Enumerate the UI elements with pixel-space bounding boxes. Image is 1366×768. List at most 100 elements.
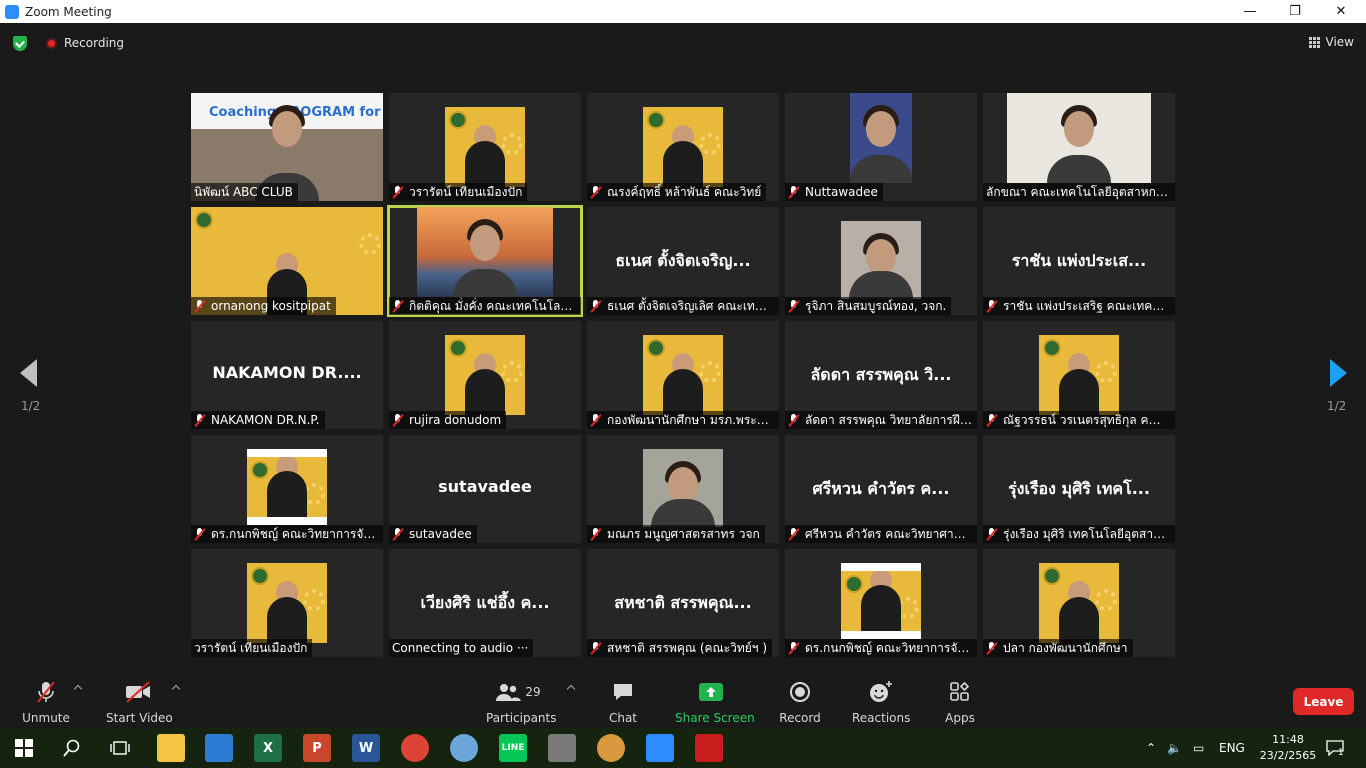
participant-name: rujira donudom xyxy=(409,413,502,427)
participant-tile[interactable]: ราชัน แพ่งประเส... ราชัน แพ่งประเสริฐ คณะ… xyxy=(983,207,1175,315)
participant-tile[interactable]: rujira donudom xyxy=(389,321,581,429)
participant-tile[interactable]: sutavadee sutavadee xyxy=(389,435,581,543)
windows-start-icon[interactable] xyxy=(10,734,38,762)
participant-name-label: มณภร มนูญศาสตรสาทร วจก xyxy=(587,525,765,543)
file-explorer-icon[interactable] xyxy=(157,734,185,762)
participant-tile[interactable]: ornanong kositpipat xyxy=(191,207,383,315)
microphone-muted-icon xyxy=(986,300,998,312)
video-feed xyxy=(1007,93,1151,183)
share-screen-button[interactable]: Share Screen xyxy=(675,680,755,725)
video-feed xyxy=(841,563,921,639)
microphone-muted-icon xyxy=(590,528,602,540)
acrobat-icon[interactable] xyxy=(695,734,723,762)
screen-capture-icon[interactable] xyxy=(548,734,576,762)
participant-tile[interactable]: ศรีหวน คำวัตร ค... ศรีหวน คำวัตร คณะวิทยา… xyxy=(785,435,977,543)
search-icon[interactable] xyxy=(58,734,86,762)
taskbar-clock[interactable]: 11:48 23/2/2565 xyxy=(1258,732,1318,764)
participant-name-label: ดร.กนกพิชญ์ คณะวิทยาการจัด... xyxy=(191,525,383,543)
participant-tile[interactable]: มณภร มนูญศาสตรสาทร วจก xyxy=(587,435,779,543)
reactions-emoji-icon xyxy=(852,680,910,704)
apps-icon xyxy=(942,680,978,704)
microphone-muted-icon xyxy=(788,186,800,198)
participant-name: ดร.กนกพิชญ์ คณะวิทยาการจัด... xyxy=(805,641,972,655)
participant-tile[interactable]: รุ่งเรือง มุศิริ เทคโ... รุ่งเรือง มุศิริ… xyxy=(983,435,1175,543)
maximize-button[interactable]: ❐ xyxy=(1272,0,1318,23)
line-app-icon[interactable]: LINE xyxy=(499,734,527,762)
participant-tile[interactable]: กิตติคุณ มั่งคั่ง คณะเทคโนโลยีอุตสาห... xyxy=(387,205,583,317)
powerpoint-icon[interactable]: P xyxy=(303,734,331,762)
meeting-topbar: Recording View xyxy=(0,23,1366,63)
paint-icon[interactable] xyxy=(597,734,625,762)
network-icon[interactable]: ▭ xyxy=(1193,728,1204,768)
video-options-chevron-icon[interactable] xyxy=(171,684,181,694)
chrome-icon[interactable] xyxy=(401,734,429,762)
participant-tile[interactable]: สหชาติ สรรพคุณ... สหชาติ สรรพคุณ (คณะวิทย… xyxy=(587,549,779,657)
gear-icon xyxy=(699,361,721,383)
participants-label: Participants xyxy=(486,711,557,725)
microphone-muted-icon xyxy=(986,642,998,654)
record-button[interactable]: Record xyxy=(778,680,822,725)
participant-display-name: ลัดดา สรรพคุณ วิ... xyxy=(810,365,952,384)
participant-tile[interactable]: วรารัตน์ เทียนเมืองปัก xyxy=(389,93,581,201)
participant-tile[interactable]: ดร.กนกพิชญ์ คณะวิทยาการจัด... xyxy=(785,549,977,657)
participant-name-label: ลัดดา สรรพคุณ วิทยาลัยการฝึก... xyxy=(785,411,977,429)
security-shield-icon[interactable] xyxy=(13,36,27,51)
participant-tile[interactable]: ดร.กนกพิชญ์ คณะวิทยาการจัด... xyxy=(191,435,383,543)
university-logo-icon xyxy=(251,567,269,585)
participant-tile[interactable]: รุจิภา สินสมบูรณ์ทอง, วจก. xyxy=(785,207,977,315)
participant-name: ธเนศ ตั้งจิตเจริญเลิศ คณะเทคโนโ... xyxy=(607,299,774,313)
participant-tile[interactable]: Nuttawadee xyxy=(785,93,977,201)
participant-count: 29 xyxy=(525,685,541,699)
video-feed xyxy=(445,335,525,415)
participant-tile[interactable]: เวียงศิริ แช่อึ้ง ค... Connecting to audi… xyxy=(389,549,581,657)
apps-button[interactable]: Apps xyxy=(942,680,978,725)
zoom-taskbar-icon[interactable] xyxy=(646,734,674,762)
participant-tile[interactable]: ลักขณา คณะเทคโนโลยีอุตสาหกรรม xyxy=(983,93,1175,201)
speaker-icon[interactable]: 🔈 xyxy=(1167,728,1182,768)
participant-display-name: NAKAMON DR.... xyxy=(212,363,362,382)
participants-chevron-icon[interactable] xyxy=(566,684,576,694)
participant-name: ราชัน แพ่งประเสริฐ คณะเทคโนโล... xyxy=(1003,299,1170,313)
participant-tile[interactable]: ลัดดา สรรพคุณ วิ... ลัดดา สรรพคุณ วิทยาลั… xyxy=(785,321,977,429)
notification-center-icon[interactable]: 1 xyxy=(1326,728,1344,768)
store-icon[interactable] xyxy=(205,734,233,762)
prev-page-icon[interactable] xyxy=(20,359,37,387)
gear-icon xyxy=(699,133,721,155)
gear-icon xyxy=(501,361,523,383)
reactions-button[interactable]: Reactions xyxy=(852,680,910,725)
minimize-button[interactable]: — xyxy=(1227,0,1273,23)
participant-body xyxy=(1059,597,1099,643)
participant-name: รุ่งเรือง มุศิริ เทคโนโลยีอุตสาหกร... xyxy=(1003,527,1170,541)
participant-tile[interactable]: ณัฐวรรธน์ วรเนตรสุทธิกุล คณะ... xyxy=(983,321,1175,429)
tray-chevron-icon[interactable]: ⌃ xyxy=(1146,728,1156,768)
participant-name: ลัดดา สรรพคุณ วิทยาลัยการฝึก... xyxy=(805,413,972,427)
participant-tile[interactable]: ธเนศ ตั้งจิตเจริญ... ธเนศ ตั้งจิตเจริญเลิ… xyxy=(587,207,779,315)
participants-button[interactable]: 29 Participants xyxy=(486,680,557,725)
language-indicator[interactable]: ENG xyxy=(1219,728,1245,768)
participant-tile[interactable]: ปลา กองพัฒนานักศึกษา xyxy=(983,549,1175,657)
participant-tile[interactable]: ณรงค์ฤทธิ์ หล้าพันธ์ คณะวิทย์ xyxy=(587,93,779,201)
participant-tile[interactable]: กองพัฒนานักศึกษา มรภ.พระนคร xyxy=(587,321,779,429)
video-feed xyxy=(841,221,921,299)
unmute-button[interactable]: Unmute xyxy=(20,680,72,725)
microphone-muted-icon xyxy=(590,300,602,312)
app-globe-icon[interactable] xyxy=(450,734,478,762)
chat-button[interactable]: Chat xyxy=(603,680,643,725)
audio-options-chevron-icon[interactable] xyxy=(73,684,83,694)
microphone-muted-icon xyxy=(392,186,404,198)
participant-tile[interactable]: NAKAMON DR.... NAKAMON DR.N.P. xyxy=(191,321,383,429)
start-video-button[interactable]: Start Video xyxy=(106,680,173,725)
participant-display-name: ธเนศ ตั้งจิตเจริญ... xyxy=(615,251,751,270)
participant-tile[interactable]: Coaching PROGRAM for Teacherนิพัฒน์ ABC … xyxy=(191,93,383,201)
close-button[interactable]: ✕ xyxy=(1318,0,1364,23)
participant-tile[interactable]: วรารัตน์ เทียนเมืองปัก xyxy=(191,549,383,657)
leave-button[interactable]: Leave xyxy=(1293,688,1354,715)
participant-name-label: ลักขณา คณะเทคโนโลยีอุตสาหกรรม xyxy=(983,183,1175,201)
excel-icon[interactable]: X xyxy=(254,734,282,762)
next-page-icon[interactable] xyxy=(1330,359,1347,387)
task-view-icon[interactable] xyxy=(106,734,134,762)
view-button[interactable]: View xyxy=(1308,35,1354,49)
word-icon[interactable]: W xyxy=(352,734,380,762)
share-screen-icon xyxy=(675,680,747,704)
participant-name: sutavadee xyxy=(409,527,472,541)
